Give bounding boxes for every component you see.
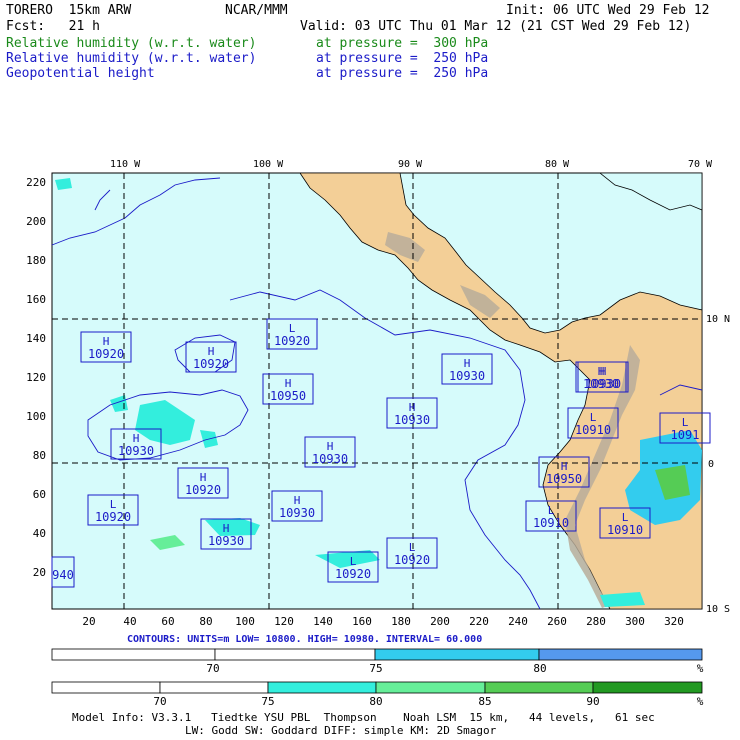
colorbar-250hpa: 70 75 80 % xyxy=(51,648,704,675)
colorbar-tick: 75 xyxy=(369,662,382,675)
x-tick: 160 xyxy=(352,615,372,628)
center-value: 10920 xyxy=(394,553,430,567)
center-value: 10920 xyxy=(335,567,371,581)
colorbar-tick: 75 xyxy=(261,695,274,708)
lat-label: 10 S xyxy=(706,604,730,615)
lat-label: 0 xyxy=(708,459,714,470)
center-value: 1091 xyxy=(671,428,700,442)
x-tick: 60 xyxy=(161,615,174,628)
center-value: 10910 xyxy=(533,516,569,530)
x-tick: 100 xyxy=(235,615,255,628)
x-tick: 40 xyxy=(123,615,136,628)
y-tick: 120 xyxy=(26,371,46,384)
x-axis-ticks: 20 40 60 80 100 120 140 160 180 200 220 … xyxy=(82,615,684,628)
y-tick: 100 xyxy=(26,410,46,423)
x-tick: 260 xyxy=(547,615,567,628)
x-tick: 280 xyxy=(586,615,606,628)
colorbar-tick: 70 xyxy=(153,695,166,708)
center-value: 10920 xyxy=(95,510,131,524)
x-tick: 140 xyxy=(313,615,333,628)
center-value: 940 xyxy=(52,568,74,582)
colorbar-300hpa: 70 75 80 85 90 % xyxy=(51,681,704,708)
weather-map: 110 W 100 W 90 W 80 W 70 W 10 N 0 10 S 2… xyxy=(26,159,730,708)
x-tick: 80 xyxy=(199,615,212,628)
x-tick: 220 xyxy=(469,615,489,628)
lon-label: 110 W xyxy=(110,159,141,170)
contours-info: CONTOURS: UNITS=m LOW= 10800. HIGH= 1098… xyxy=(127,634,482,645)
center-value: 10930 xyxy=(394,413,430,427)
center-value: 10920 xyxy=(274,334,310,348)
lon-label: 80 W xyxy=(545,159,570,170)
y-tick: 160 xyxy=(26,293,46,306)
x-tick: 120 xyxy=(274,615,294,628)
x-tick: 180 xyxy=(391,615,411,628)
center-value: 10930 xyxy=(208,534,244,548)
y-tick: 60 xyxy=(33,488,46,501)
model-info-line1: Model Info: V3.3.1 Tiedtke YSU PBL Thomp… xyxy=(72,711,655,724)
lon-label: 100 W xyxy=(253,159,284,170)
x-tick: 240 xyxy=(508,615,528,628)
center-value: 10920 xyxy=(88,347,124,361)
center-value: 10920 xyxy=(193,357,229,371)
center-value: 10930 xyxy=(118,444,154,458)
y-tick: 180 xyxy=(26,254,46,267)
colorbar-tick: % xyxy=(697,662,704,675)
x-tick: 320 xyxy=(664,615,684,628)
y-tick: 80 xyxy=(33,449,46,462)
lon-label: 90 W xyxy=(398,159,423,170)
center-value: 10930 xyxy=(312,452,348,466)
center-value: 10910 xyxy=(607,523,643,537)
model-info-line2: LW: Godd SW: Goddard DIFF: simple KM: 2D… xyxy=(185,724,497,737)
lat-label: 10 N xyxy=(706,314,730,325)
center-value: 10920 xyxy=(185,483,221,497)
center-value: 10930 xyxy=(279,506,315,520)
colorbar-tick: 80 xyxy=(533,662,546,675)
colorbar-tick: % xyxy=(697,695,704,708)
x-tick: 20 xyxy=(82,615,95,628)
center-value: 10930 xyxy=(449,369,485,383)
center-value: 10950 xyxy=(270,389,306,403)
y-tick: 20 xyxy=(33,566,46,579)
y-tick: 40 xyxy=(33,527,46,540)
center-value: 10930 xyxy=(583,377,619,391)
x-tick: 200 xyxy=(430,615,450,628)
lon-label: 70 W xyxy=(688,159,713,170)
y-tick: 140 xyxy=(26,332,46,345)
center-value: 10910 xyxy=(575,423,611,437)
x-tick: 300 xyxy=(625,615,645,628)
colorbar-tick: 85 xyxy=(478,695,491,708)
colorbar-tick: 90 xyxy=(586,695,599,708)
colorbar-tick: 70 xyxy=(206,662,219,675)
center-value: 10950 xyxy=(546,472,582,486)
colorbar-tick: 80 xyxy=(369,695,382,708)
y-axis-ticks: 220 200 180 160 140 120 100 80 60 40 20 xyxy=(26,176,46,579)
y-tick: 200 xyxy=(26,215,46,228)
y-tick: 220 xyxy=(26,176,46,189)
